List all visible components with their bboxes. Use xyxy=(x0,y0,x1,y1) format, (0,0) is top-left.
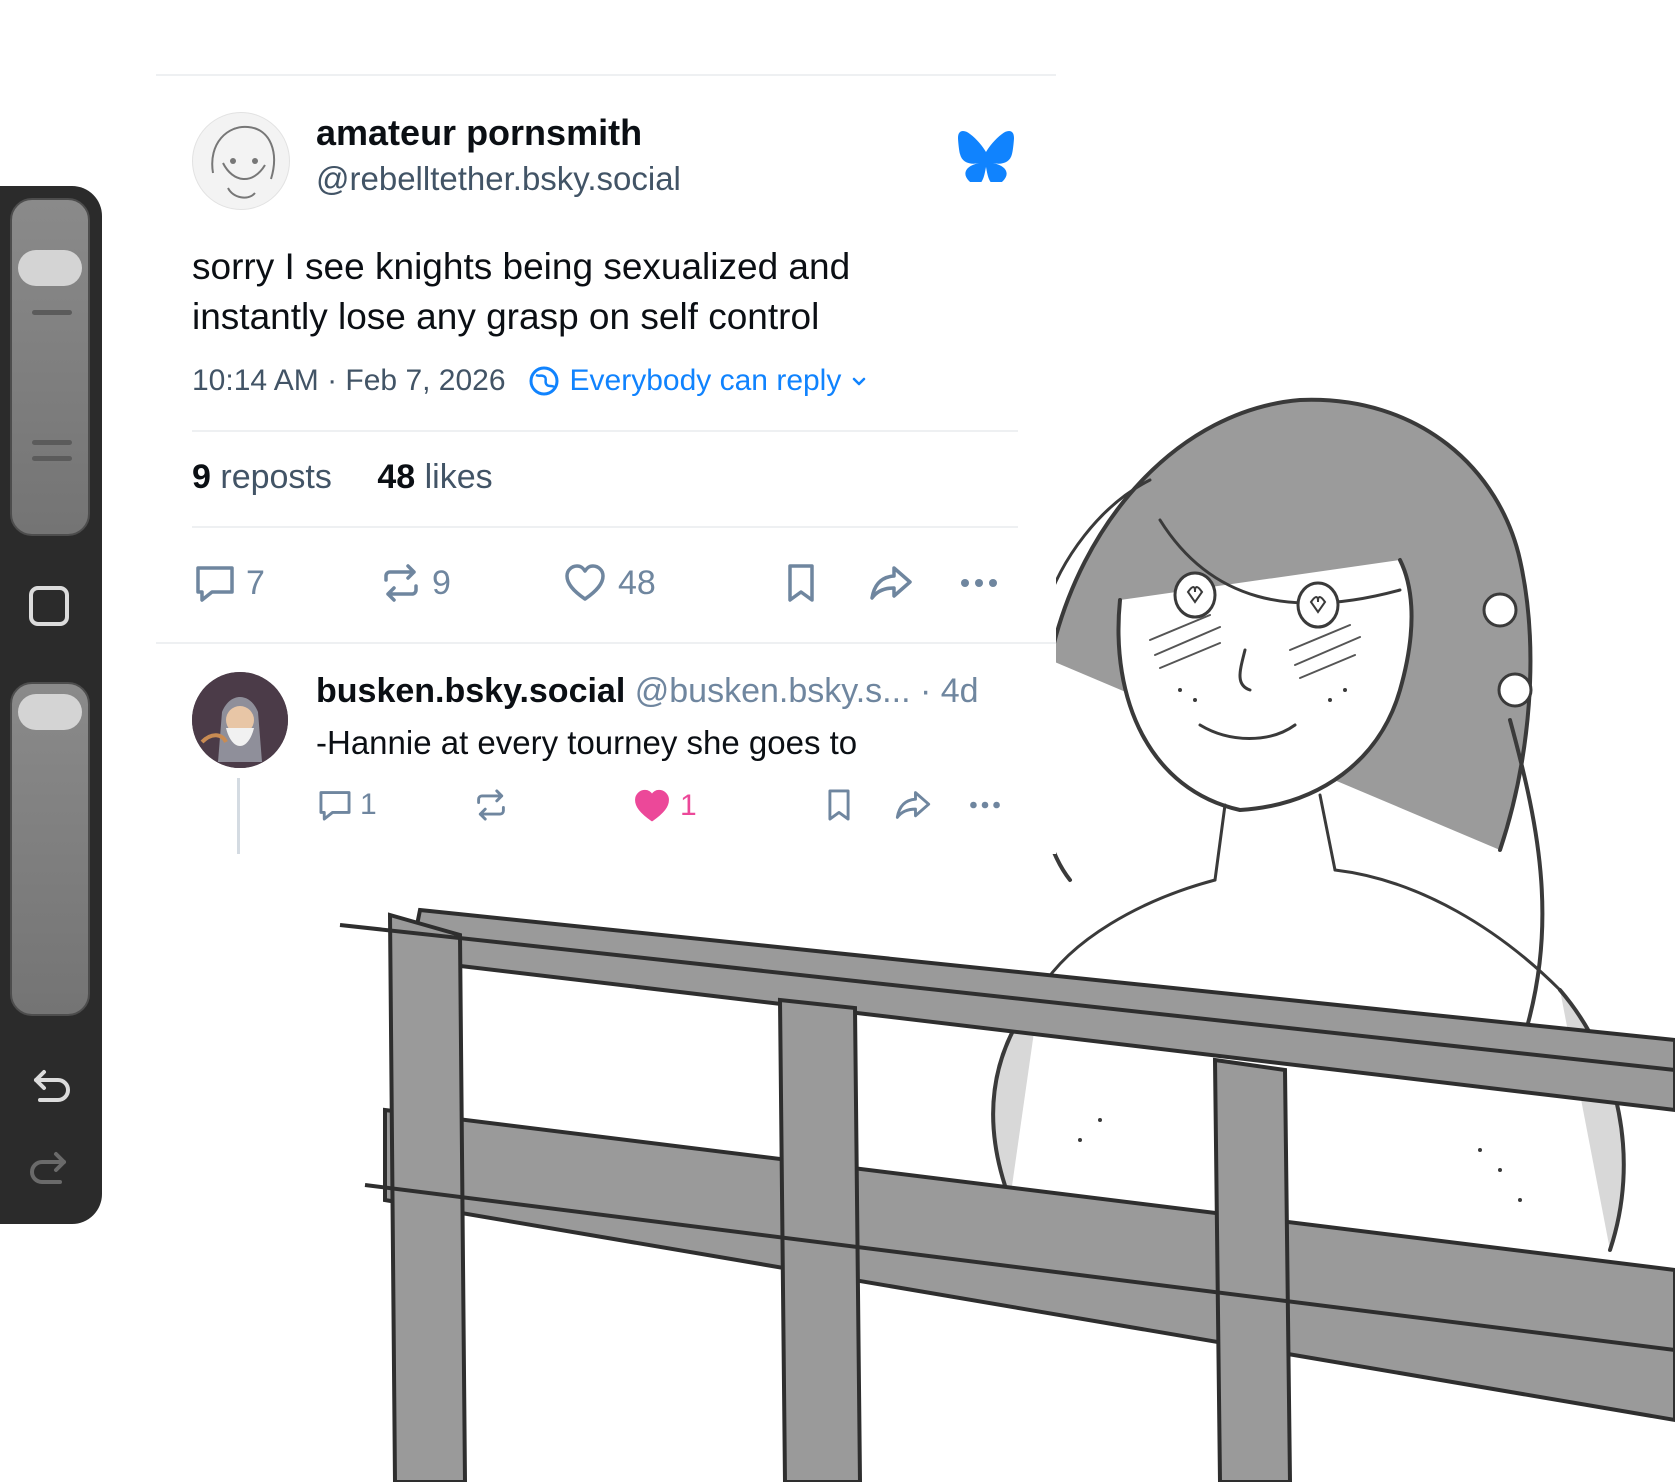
engagement-counts: 9 reposts 48 likes xyxy=(192,458,493,497)
reply-count: 7 xyxy=(246,563,265,602)
likes-label: likes xyxy=(424,458,493,496)
heart-icon xyxy=(635,789,669,822)
reply-header: busken.bsky.social @busken.bsky.s... · 4… xyxy=(316,672,979,711)
reply-bookmark-button[interactable] xyxy=(820,786,858,824)
reply-author-avatar[interactable] xyxy=(192,672,288,768)
like-button[interactable]: 48 xyxy=(562,560,656,606)
bookmark-icon xyxy=(788,564,814,602)
repost-arrows-icon xyxy=(384,564,418,602)
undo-icon[interactable] xyxy=(26,1066,74,1110)
reposts-label: reposts xyxy=(220,458,332,496)
speech-bubble-icon xyxy=(319,791,351,821)
slider-grip xyxy=(32,310,72,315)
reply-reply-button[interactable]: 1 xyxy=(316,786,377,824)
drawing-toolbar xyxy=(0,186,102,1224)
slider-grip xyxy=(32,456,72,461)
post-meta: 10:14 AM · Feb 7, 2026 Everybody can rep… xyxy=(192,364,869,398)
post-text-line: instantly lose any grasp on self control xyxy=(192,296,820,337)
chevron-down-icon xyxy=(853,377,866,386)
reply-display-name[interactable]: busken.bsky.social xyxy=(316,672,625,710)
reply-button[interactable]: 7 xyxy=(192,560,265,606)
reply-divider xyxy=(156,642,1056,644)
speech-bubble-icon xyxy=(196,566,234,602)
repost-arrows-icon xyxy=(477,789,505,821)
reply-handle[interactable]: @busken.bsky.s... xyxy=(635,672,911,710)
post-card: amateur pornsmith @rebelltether.bsky.soc… xyxy=(156,74,1056,854)
post-text-line: sorry I see knights being sexualized and xyxy=(192,246,851,287)
reply-more-options-button[interactable] xyxy=(966,786,1004,824)
share-arrow-icon xyxy=(895,791,931,819)
counts-divider xyxy=(192,526,1018,528)
reply-age[interactable]: · 4d xyxy=(920,672,979,710)
like-count: 48 xyxy=(618,563,656,602)
post-text: sorry I see knights being sexualized and… xyxy=(192,242,952,342)
redo-icon[interactable] xyxy=(26,1148,74,1192)
reply-text: -Hannie at every tourney she goes to xyxy=(316,724,858,761)
reply-setting-label: Everybody can reply xyxy=(569,364,842,397)
share-button[interactable] xyxy=(866,560,916,606)
meta-divider xyxy=(192,430,1018,432)
eyedropper-square-button[interactable] xyxy=(29,586,69,626)
top-divider xyxy=(156,74,1056,76)
opacity-slider-thumb[interactable] xyxy=(18,694,82,730)
reply-like-count: 1 xyxy=(680,789,697,822)
slider-grip xyxy=(32,440,72,445)
more-options-button[interactable] xyxy=(956,560,1002,606)
author-avatar[interactable] xyxy=(192,112,290,210)
avatar-sketch-image xyxy=(211,125,275,199)
reply-share-button[interactable] xyxy=(892,786,934,824)
opacity-slider[interactable] xyxy=(10,682,90,1016)
reply-like-button[interactable]: 1 xyxy=(632,786,697,826)
reply-reply-count: 1 xyxy=(360,788,377,821)
reposts-count: 9 xyxy=(192,458,211,496)
reply-repost-button[interactable] xyxy=(472,786,516,824)
author-handle[interactable]: @rebelltether.bsky.social xyxy=(316,160,681,198)
bookmark-button[interactable] xyxy=(778,560,824,606)
reply-setting-button[interactable]: Everybody can reply xyxy=(528,364,870,398)
brush-size-slider[interactable] xyxy=(10,198,90,536)
globe-icon xyxy=(529,366,559,396)
share-arrow-icon xyxy=(870,566,912,600)
likes-count-link[interactable]: 48 likes xyxy=(377,458,492,496)
butterfly-icon[interactable] xyxy=(958,130,1014,182)
post-timestamp[interactable]: 10:14 AM · Feb 7, 2026 xyxy=(192,364,506,398)
heart-icon xyxy=(565,564,605,601)
brush-size-slider-thumb[interactable] xyxy=(18,250,82,286)
ellipsis-icon xyxy=(970,801,1000,809)
ellipsis-icon xyxy=(961,579,997,587)
repost-button[interactable]: 9 xyxy=(378,560,451,606)
repost-count: 9 xyxy=(432,563,451,602)
avatar-wizard-image xyxy=(192,672,288,768)
reposts-count-link[interactable]: 9 reposts xyxy=(192,458,332,496)
bookmark-icon xyxy=(828,789,850,821)
likes-count: 48 xyxy=(377,458,416,496)
thread-connector-line xyxy=(237,778,240,854)
author-display-name[interactable]: amateur pornsmith xyxy=(316,112,642,154)
